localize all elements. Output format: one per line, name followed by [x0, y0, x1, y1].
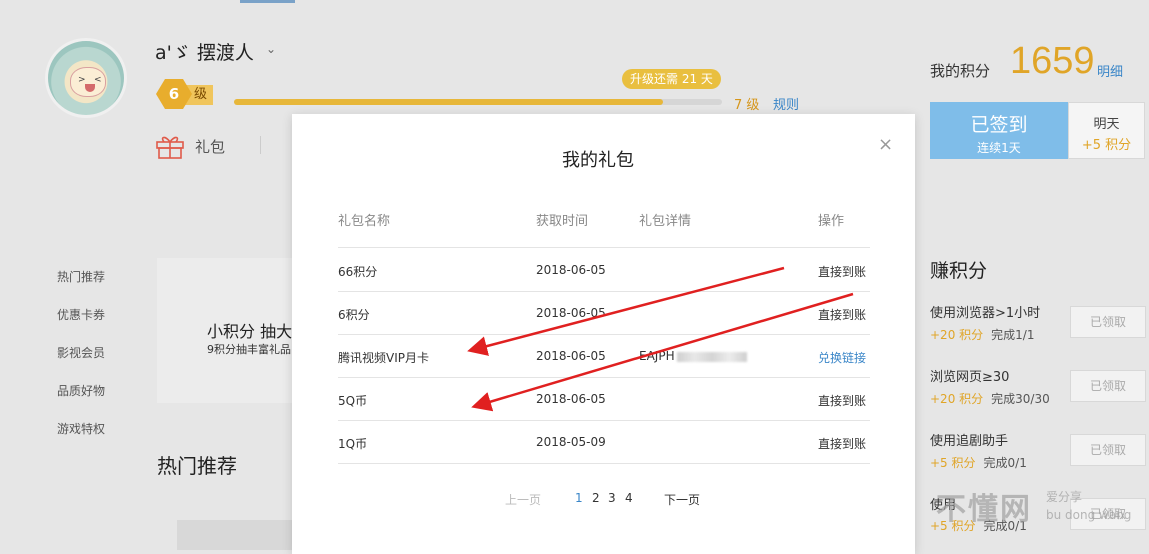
tomorrow-label: 明天 — [1093, 117, 1120, 132]
task-points: +20 积分 — [930, 328, 984, 342]
task-reward: +20 积分 完成30/30 — [930, 390, 1050, 407]
task-name: 使用追剧助手 — [930, 434, 1009, 449]
gift-label[interactable]: 礼包 — [195, 136, 225, 157]
pager-page-3[interactable]: 3 — [608, 491, 616, 505]
redacted-code — [676, 351, 747, 362]
chevron-down-icon[interactable]: ⌄ — [266, 42, 276, 56]
task-reward: +5 积分 完成0/1 — [930, 454, 1027, 471]
close-icon[interactable]: × — [878, 134, 893, 155]
tomorrow-reward: 明天 +5 积分 — [1068, 102, 1145, 159]
pager-page-2[interactable]: 2 — [592, 491, 600, 505]
gift-time: 2018-06-05 — [536, 349, 606, 363]
column-header-detail: 礼包详情 — [639, 214, 692, 229]
column-header-time: 获取时间 — [536, 214, 589, 229]
gift-action: 直接到账 — [818, 437, 867, 451]
gift-time: 2018-06-05 — [536, 306, 606, 320]
redeem-link[interactable]: 兑换链接 — [818, 349, 866, 366]
gift-detail: EAJPH — [639, 349, 675, 363]
signed-streak-label: 连续1天 — [977, 141, 1021, 155]
column-header-name: 礼包名称 — [338, 214, 391, 229]
upgrade-tip: 升级还需 21 天 — [622, 69, 721, 89]
table-divider — [338, 377, 870, 378]
sidebar-item-goods[interactable]: 品质好物 — [57, 382, 105, 399]
sidebar-item-coupons[interactable]: 优惠卡券 — [57, 306, 105, 323]
lottery-banner-subtitle: 9积分抽丰富礼品 — [207, 343, 291, 356]
watermark-logo: 不懂网 — [936, 492, 1032, 527]
gift-detail-code: EAJPH — [639, 349, 747, 363]
sidebar-item-video-vip[interactable]: 影视会员 — [57, 344, 105, 361]
gift-name: 6积分 — [338, 308, 370, 322]
pager-next-button[interactable]: 下一页 — [664, 491, 700, 508]
gift-action: 直接到账 — [818, 265, 867, 279]
lottery-banner-title: 小积分 抽大 — [207, 322, 293, 341]
level-progress-fill — [234, 99, 663, 105]
sidebar-item-hot[interactable]: 热门推荐 — [57, 268, 105, 285]
gift-action: 直接到账 — [818, 394, 867, 408]
task-points: +5 积分 — [930, 456, 976, 470]
modal-title: 我的礼包 — [562, 150, 634, 171]
gift-time: 2018-06-05 — [536, 392, 606, 406]
my-gifts-modal: 我的礼包 × 礼包名称 获取时间 礼包详情 操作 66积分 2018-06-05… — [292, 114, 915, 554]
divider — [260, 136, 261, 154]
task-reward: +20 积分 完成1/1 — [930, 326, 1034, 343]
signed-in-label: 已签到 — [970, 114, 1028, 136]
points-detail-link[interactable]: 明细 — [1097, 61, 1123, 80]
tomorrow-points: +5 积分 — [1081, 138, 1132, 153]
task-points: +20 积分 — [930, 392, 984, 406]
avatar-face-icon: > < — [70, 67, 106, 97]
table-divider — [338, 247, 870, 248]
task-name: 使用浏览器>1小时 — [930, 306, 1041, 321]
pager-page-1[interactable]: 1 — [575, 491, 583, 505]
signed-in-button[interactable]: 已签到 连续1天 — [930, 102, 1068, 159]
rules-link[interactable]: 规则 — [773, 94, 799, 113]
table-divider — [338, 291, 870, 292]
gift-time: 2018-06-05 — [536, 263, 606, 277]
gift-action: 直接到账 — [818, 308, 867, 322]
hot-section-title: 热门推荐 — [157, 454, 237, 478]
pager-page-4[interactable]: 4 — [625, 491, 633, 505]
pager-prev-button[interactable]: 上一页 — [505, 491, 541, 508]
task-progress: 完成30/30 — [991, 392, 1050, 406]
gift-name: 腾讯视频VIP月卡 — [338, 351, 429, 365]
task-progress: 完成0/1 — [983, 456, 1027, 470]
watermark-pinyin: bu dong wang — [1046, 508, 1132, 522]
product-card[interactable] — [177, 520, 297, 550]
next-level-label: 7 级 — [734, 98, 760, 113]
table-divider — [338, 334, 870, 335]
sidebar-item-games[interactable]: 游戏特权 — [57, 420, 105, 437]
gift-name: 1Q币 — [338, 437, 368, 451]
gift-time: 2018-05-09 — [536, 435, 606, 449]
gift-icon[interactable] — [155, 133, 185, 159]
gift-name: 5Q币 — [338, 394, 368, 408]
points-value: 1659 — [1010, 40, 1095, 82]
claimed-button[interactable]: 已领取 — [1070, 370, 1146, 402]
avatar[interactable]: > < — [45, 38, 127, 118]
table-divider — [338, 420, 870, 421]
username: a'ゞ 摆渡人 — [155, 42, 254, 64]
avatar-mouth-icon — [85, 84, 95, 92]
avatar-eye-icon: < — [94, 75, 102, 85]
level-badge: 级 6 — [156, 79, 218, 109]
table-divider — [338, 463, 870, 464]
claimed-button[interactable]: 已领取 — [1070, 306, 1146, 338]
claimed-button[interactable]: 已领取 — [1070, 434, 1146, 466]
gift-name: 66积分 — [338, 265, 378, 279]
task-progress: 完成1/1 — [991, 328, 1035, 342]
points-label: 我的积分 — [930, 62, 991, 80]
column-header-action: 操作 — [818, 214, 845, 229]
watermark-tagline: 爱分享 — [1046, 490, 1083, 504]
task-name: 浏览网页≥30 — [930, 370, 1010, 385]
nav-tab-indicator — [240, 0, 295, 3]
earn-points-title: 赚积分 — [930, 260, 988, 282]
